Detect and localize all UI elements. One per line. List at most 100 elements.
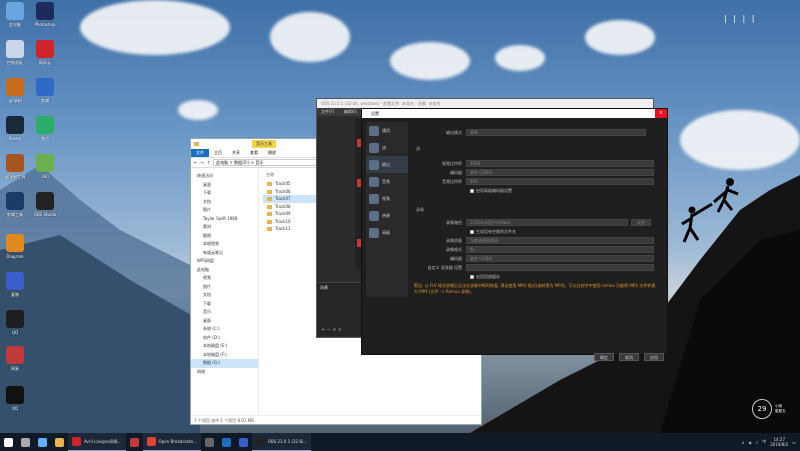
taskbar-clock[interactable]: 14:27 2019/8/2 <box>770 437 788 447</box>
taskbar-item[interactable] <box>218 433 235 451</box>
nav-item[interactable]: 本地磁盘 (E:) <box>191 342 258 351</box>
taskbar-item[interactable] <box>126 433 143 451</box>
nav-item[interactable]: 网络 <box>191 368 258 377</box>
nav-item[interactable]: 有道云笔记 <box>191 249 258 258</box>
nav-item[interactable]: 视频 <box>191 274 258 283</box>
file-row[interactable]: Track06 <box>263 188 323 196</box>
nav-item[interactable]: 系统 (C:) <box>191 325 258 334</box>
settings-sidebar-item[interactable]: 输出 <box>366 156 408 173</box>
remove-icon[interactable]: − <box>327 327 331 333</box>
taskbar-item[interactable] <box>17 433 34 451</box>
nav-item[interactable]: 音乐 <box>191 308 258 317</box>
notification-icon[interactable]: ▭ <box>792 440 796 445</box>
advanced-encoder-checkbox[interactable] <box>470 188 474 193</box>
record-format-select[interactable]: flv <box>466 246 654 253</box>
desktop-icon[interactable]: 控制面板 <box>0 40 30 65</box>
move-down-icon[interactable]: ∨ <box>338 327 342 333</box>
replay-buffer-checkbox[interactable] <box>470 274 474 279</box>
obs-titlebar[interactable]: OBS 23.0.1 (32-bit, windows) - 配置文件: 未命名… <box>317 99 653 108</box>
desktop-icon[interactable]: 剪辑 <box>30 78 60 103</box>
desktop-icon[interactable]: 剪辑工具 <box>0 192 30 217</box>
desktop-icon[interactable]: 360 <box>30 154 60 179</box>
explorer-tab-share[interactable]: 共享 <box>227 150 245 156</box>
explorer-tab-view[interactable]: 查看 <box>245 150 263 156</box>
record-path-input[interactable]: C:/Users/用户/Videos <box>466 219 628 226</box>
record-encoder-select[interactable]: 软件 (x264) <box>466 255 654 262</box>
volume-icon[interactable]: ♪ <box>756 440 759 445</box>
explorer-tab-file[interactable]: 文件 <box>191 149 209 157</box>
file-row[interactable]: Track08 <box>263 203 323 211</box>
settings-sidebar-item[interactable]: 流 <box>366 139 408 156</box>
start-button[interactable] <box>0 433 17 451</box>
nav-item[interactable]: WPS网盘 <box>191 257 258 266</box>
taskbar-item[interactable]: Open Broadcaste... <box>142 433 201 451</box>
ok-button[interactable]: 确定 <box>594 353 614 361</box>
desktop-icon[interactable]: 微信 <box>30 116 60 141</box>
nav-item[interactable]: 文档 <box>191 198 258 207</box>
taskbar-item[interactable] <box>201 433 218 451</box>
back-arrow-icon[interactable]: ← <box>194 160 197 165</box>
desktop-icon[interactable]: OBS Studio <box>30 192 60 217</box>
network-icon[interactable]: ◈ <box>749 440 752 445</box>
nav-item[interactable]: 软件 (D:) <box>191 334 258 343</box>
output-mode-select[interactable]: 简单 <box>466 129 646 136</box>
file-row[interactable]: Track09 <box>263 210 323 218</box>
nav-item[interactable]: 快速访问 <box>191 172 258 181</box>
desktop-icon[interactable]: Photoshop <box>30 2 60 27</box>
nav-item[interactable]: 下载 <box>191 189 258 198</box>
record-quality-select[interactable]: 与串流画质相同 <box>466 237 654 244</box>
obs-menu-edit[interactable]: 编辑(E) <box>340 109 362 114</box>
desktop-icon[interactable]: Steam <box>0 116 30 141</box>
taskbar-item[interactable]: Avril Lavigne网易... <box>68 433 126 451</box>
nav-item[interactable]: 素材 <box>191 223 258 232</box>
obs-settings-dialog[interactable]: 设置 × 通用流输出 音频 视频 热键 高级 输出模式 简单 流 视频比特率 2500 … <box>361 108 668 361</box>
desktop-icon[interactable]: 网易云 <box>30 40 60 65</box>
apply-button[interactable]: 应用 <box>644 353 664 361</box>
up-arrow-icon[interactable]: ↑ <box>207 160 210 165</box>
settings-titlebar[interactable]: 设置 × <box>362 109 667 118</box>
nav-item[interactable]: 文档 <box>191 291 258 300</box>
nav-item[interactable]: 下载 <box>191 300 258 309</box>
settings-sidebar-item[interactable]: 高级 <box>366 224 408 241</box>
chevron-up-icon[interactable]: ∧ <box>742 440 745 445</box>
obs-menu-file[interactable]: 文件(F) <box>317 109 338 114</box>
audio-bitrate-select[interactable]: 160 <box>466 178 654 185</box>
settings-sidebar-item[interactable]: 通用 <box>366 122 408 139</box>
forward-arrow-icon[interactable]: → <box>200 160 203 165</box>
taskbar-item[interactable]: OBS 23.0.1 (32 Bi... <box>251 433 312 451</box>
explorer-tab-play[interactable]: 播放 <box>263 150 281 156</box>
browse-button[interactable]: 浏览 <box>631 219 651 226</box>
nav-item[interactable]: 数据 (G:) <box>191 359 258 368</box>
nav-item[interactable]: 图片 <box>191 206 258 215</box>
encoder-select[interactable]: 软件 (x264) <box>466 169 654 176</box>
video-bitrate-input[interactable]: 2500 <box>466 160 654 167</box>
file-row[interactable]: Track10 <box>263 218 323 226</box>
weather-widget[interactable]: 29 小雨 星期五 <box>752 397 794 421</box>
settings-sidebar-item[interactable]: 热键 <box>366 207 408 224</box>
nav-item[interactable]: 图片 <box>191 283 258 292</box>
move-up-icon[interactable]: ∧ <box>333 327 337 333</box>
file-row[interactable]: Track07 <box>263 195 323 203</box>
desktop-icon[interactable]: 网易 <box>0 346 30 371</box>
no-space-checkbox[interactable] <box>470 229 474 234</box>
explorer-tools-tab[interactable]: 音乐工具 <box>252 140 276 148</box>
desktop-icon[interactable]: Diagram <box>0 234 30 259</box>
nav-item[interactable]: 本地磁盘 (F:) <box>191 351 258 360</box>
desktop-icon[interactable]: 此电脑 <box>0 2 30 27</box>
cancel-button[interactable]: 取消 <box>619 353 639 361</box>
file-row[interactable]: Track11 <box>263 225 323 233</box>
nav-item[interactable]: 此电脑 <box>191 266 258 275</box>
settings-sidebar-item[interactable]: 音频 <box>366 173 408 190</box>
input-method-icon[interactable]: 中 <box>762 439 766 445</box>
desktop-icon[interactable]: QQ <box>0 310 30 335</box>
nav-item[interactable]: Taylor Swift 1989 <box>191 215 258 224</box>
desktop-icon[interactable]: gif录制 <box>0 78 30 103</box>
file-row[interactable]: Track05 <box>263 180 323 188</box>
add-icon[interactable]: + <box>321 327 325 333</box>
explorer-tab-home[interactable]: 主页 <box>209 150 227 156</box>
nav-item[interactable]: 本地视频 <box>191 240 258 249</box>
nav-item[interactable]: 桌面 <box>191 181 258 190</box>
nav-item[interactable]: 截图 <box>191 232 258 241</box>
taskbar-item[interactable] <box>51 433 68 451</box>
desktop-icon[interactable]: QQ <box>0 386 30 411</box>
